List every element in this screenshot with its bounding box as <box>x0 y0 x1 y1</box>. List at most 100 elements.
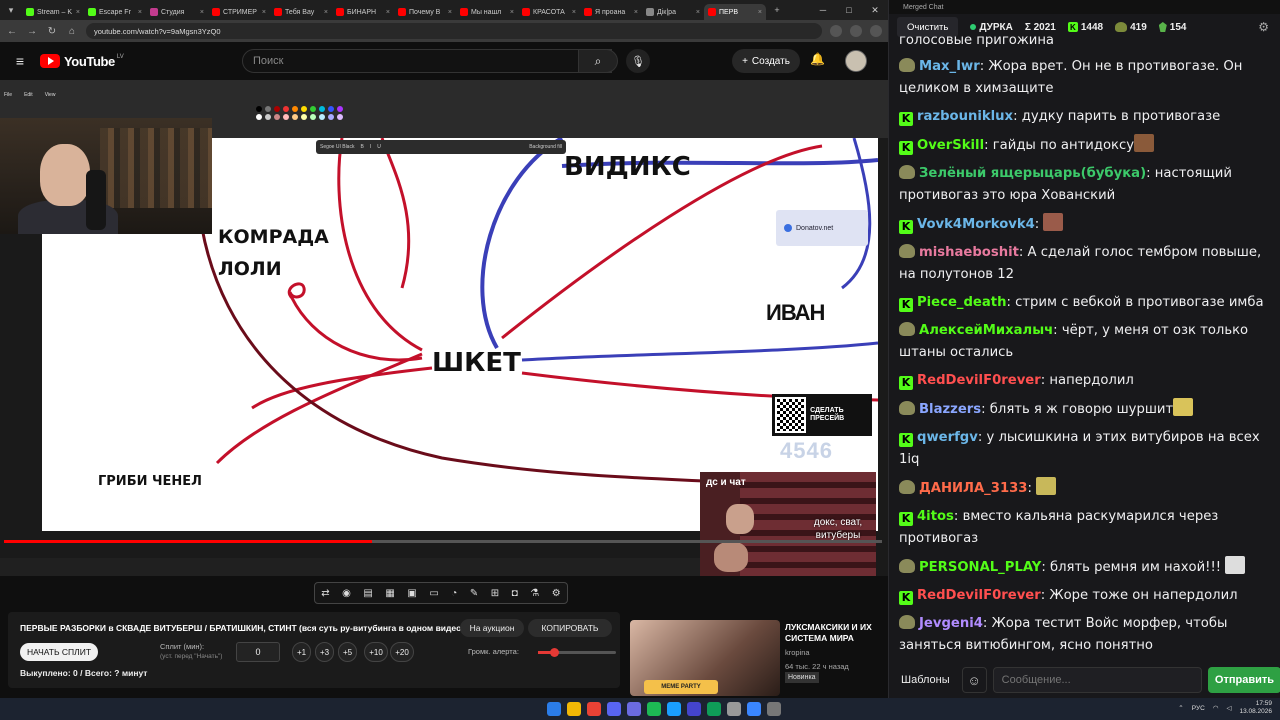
browser-tab[interactable]: Мы нашл × <box>456 4 518 20</box>
alert-volume-slider[interactable] <box>538 648 616 657</box>
speed-icon[interactable]: ◔ <box>451 588 457 599</box>
emoji-icon[interactable]: ☺ <box>961 667 987 693</box>
browser-tab[interactable]: Stream – K × <box>22 4 84 20</box>
chat-nick[interactable]: RedDevilF0rever <box>917 588 1041 603</box>
related-thumbnail[interactable]: MEME PARTY <box>630 620 780 696</box>
language-indicator[interactable]: РУС <box>1192 705 1205 712</box>
chat-message-input[interactable] <box>992 667 1202 693</box>
tab-close-icon[interactable]: × <box>324 9 328 16</box>
home-icon[interactable]: ⌂ <box>66 26 78 37</box>
back-icon[interactable]: ← <box>6 26 18 37</box>
chat-nick[interactable]: АлексейМихалыч <box>919 323 1053 338</box>
copy-button[interactable]: КОПИРОВАТЬ <box>528 619 612 637</box>
browser-tab[interactable]: СТРИМЕР × <box>208 4 270 20</box>
screenshot-icon[interactable]: ◘ <box>512 588 518 599</box>
taskbar-app-icon[interactable] <box>767 702 781 716</box>
split-step-button[interactable]: +5 <box>338 642 357 662</box>
tab-close-icon[interactable]: × <box>76 9 80 16</box>
profile-icon[interactable] <box>870 25 882 37</box>
taskbar-app-icon[interactable] <box>587 702 601 716</box>
browser-tab[interactable]: Тебя Вау × <box>270 4 332 20</box>
playlist-icon[interactable]: ▤ <box>363 588 372 599</box>
pip-icon[interactable]: ▣ <box>407 588 416 599</box>
chat-nick[interactable]: Jevgeni4 <box>919 616 983 631</box>
loop-icon[interactable]: ⇄ <box>321 588 329 599</box>
tab-close-icon[interactable]: × <box>758 9 762 16</box>
taskbar-app-icon[interactable] <box>547 702 561 716</box>
reload-icon[interactable]: ↻ <box>46 26 58 37</box>
browser-tab[interactable]: ПЕРВ × <box>704 4 766 20</box>
settings-gear-icon[interactable]: ⚙ <box>1258 20 1269 34</box>
video-player[interactable]: File Edit View ВИДИКС КОМРАДА ЛОЛИ ШКЕТ … <box>0 80 888 576</box>
browser-tab[interactable]: БИНАРН × <box>332 4 394 20</box>
search-icon[interactable]: ⌕ <box>578 49 618 73</box>
taskbar-app-icon[interactable] <box>707 702 721 716</box>
browser-tab[interactable]: Escape Fr × <box>84 4 146 20</box>
split-step-button[interactable]: +10 <box>364 642 388 662</box>
taskbar-app-icon[interactable] <box>567 702 581 716</box>
chat-nick[interactable]: 4itos <box>917 509 954 524</box>
split-step-button[interactable]: +1 <box>292 642 311 662</box>
forward-icon[interactable]: → <box>26 26 38 37</box>
browser-tab[interactable]: Дiк|ра × <box>642 4 704 20</box>
notifications-bell-icon[interactable]: 🔔 <box>810 52 825 66</box>
extension-icon[interactable] <box>830 25 842 37</box>
related-video[interactable]: MEME PARTY ЛУКСМАКСИКИ И ИХ СИСТЕМА МИРА… <box>630 620 888 700</box>
send-button[interactable]: Отправить <box>1207 667 1280 693</box>
chat-nick[interactable]: RedDevilF0rever <box>917 373 1041 388</box>
search-input[interactable]: Поиск <box>242 49 612 73</box>
taskbar-app-icon[interactable] <box>647 702 661 716</box>
tab-menu-icon[interactable]: ▾ <box>0 0 22 20</box>
flask-icon[interactable]: ⚗ <box>530 588 539 599</box>
youtube-logo[interactable]: YouTube LV <box>40 54 124 69</box>
auction-button[interactable]: На аукцион <box>460 619 524 637</box>
chevron-up-icon[interactable]: ⌃ <box>1178 704 1183 712</box>
create-button[interactable]: + Создать <box>732 49 800 73</box>
split-step-button[interactable]: +20 <box>390 642 414 662</box>
chat-nick[interactable]: Blazzers <box>919 402 981 417</box>
split-minutes-input[interactable]: 0 <box>236 642 280 662</box>
chat-nick[interactable]: Max_Iwr <box>919 59 980 74</box>
taskbar-app-icon[interactable] <box>607 702 621 716</box>
tab-close-icon[interactable]: × <box>386 9 390 16</box>
chat-nick[interactable]: PERSONAL_PLAY <box>919 560 1041 575</box>
maximize-icon[interactable]: □ <box>836 5 862 16</box>
chat-nick[interactable]: ДАНИЛА_3133 <box>919 481 1027 496</box>
related-title[interactable]: ЛУКСМАКСИКИ И ИХ СИСТЕМА МИРА <box>785 622 885 644</box>
clear-chat-button[interactable]: Очистить <box>897 17 959 37</box>
chat-nick[interactable]: Piece_death <box>917 295 1006 310</box>
minimize-icon[interactable]: ─ <box>810 5 836 16</box>
wifi-icon[interactable]: ◠ <box>1213 704 1219 712</box>
miniplayer-icon[interactable]: ▭ <box>429 588 438 599</box>
start-split-button[interactable]: НАЧАТЬ СПЛИТ <box>20 643 98 661</box>
edit-icon[interactable]: ✎ <box>470 588 478 599</box>
browser-tab[interactable]: Почему В × <box>394 4 456 20</box>
chat-nick[interactable]: OverSkill <box>917 138 984 153</box>
clapper-icon[interactable]: ▦ <box>385 588 394 599</box>
tab-close-icon[interactable]: × <box>448 9 452 16</box>
new-tab-button[interactable]: + <box>766 0 788 20</box>
taskbar-app-icon[interactable] <box>627 702 641 716</box>
microphone-icon[interactable]: 🎙 <box>626 49 650 73</box>
extension-icon[interactable] <box>850 25 862 37</box>
chat-nick[interactable]: Зелёный ящерыцарь(бубука) <box>919 166 1146 181</box>
tab-close-icon[interactable]: × <box>696 9 700 16</box>
video-progress-bar[interactable] <box>4 540 882 543</box>
browser-tab[interactable]: КРАСОТА × <box>518 4 580 20</box>
taskbar-app-icon[interactable] <box>727 702 741 716</box>
tab-close-icon[interactable]: × <box>200 9 204 16</box>
tab-close-icon[interactable]: × <box>510 9 514 16</box>
clock[interactable]: 17:59 13.08.2026 <box>1239 700 1272 716</box>
close-window-icon[interactable]: ✕ <box>862 5 888 16</box>
related-channel[interactable]: kropina <box>785 648 810 657</box>
chat-nick[interactable]: Vovk4Morkovk4 <box>917 217 1035 232</box>
volume-icon[interactable]: ◁ <box>1226 704 1231 712</box>
split-step-button[interactable]: +3 <box>315 642 334 662</box>
tab-close-icon[interactable]: × <box>138 9 142 16</box>
templates-button[interactable]: Шаблоны <box>895 667 956 693</box>
settings-icon[interactable]: ⚙ <box>552 588 561 599</box>
avatar[interactable] <box>845 50 867 72</box>
menu-icon[interactable]: ≡ <box>0 53 40 69</box>
taskbar-app-icon[interactable] <box>747 702 761 716</box>
chat-nick[interactable]: razbouniklux <box>917 109 1013 124</box>
